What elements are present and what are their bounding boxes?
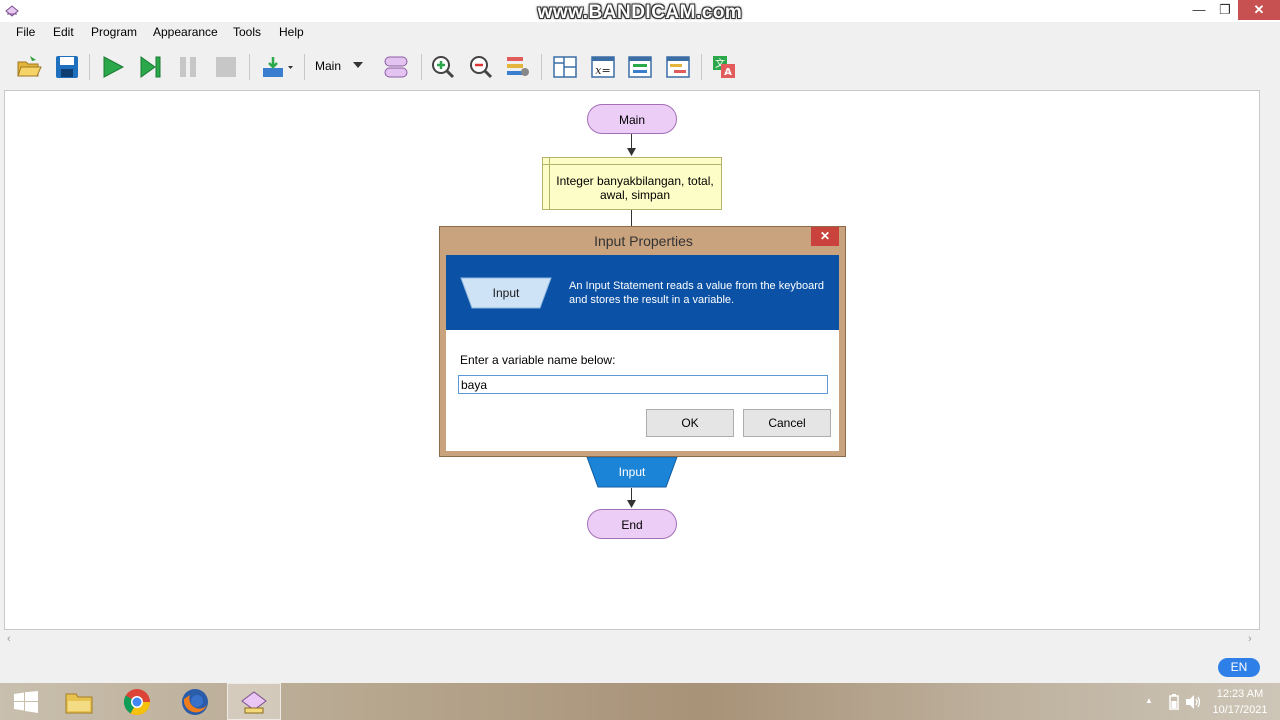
input-properties-dialog: Input Properties ✕ Input An Input Statem… (439, 226, 846, 457)
zoom-out-icon[interactable] (468, 54, 494, 80)
input-node-label: Input (618, 465, 646, 479)
ok-button[interactable]: OK (646, 409, 734, 437)
status-bar (0, 650, 1280, 683)
zoom-in-icon[interactable] (430, 54, 456, 80)
dialog-description: An Input Statement reads a value from th… (569, 280, 824, 306)
svg-text:x=: x= (595, 64, 610, 77)
scroll-left-icon[interactable]: ‹ (7, 633, 11, 645)
dialog-close-button[interactable]: ✕ (811, 227, 839, 246)
file-explorer-icon[interactable] (64, 688, 94, 716)
step-icon[interactable] (138, 54, 164, 80)
arrowhead-icon (627, 500, 636, 508)
stop-icon[interactable] (213, 54, 239, 80)
toolbar-separator (421, 54, 422, 80)
toolbar: Main x= 文 A (0, 44, 1280, 88)
console-icon[interactable] (665, 54, 691, 80)
scroll-right-icon[interactable]: › (1248, 633, 1252, 645)
maximize-button[interactable]: ❐ (1210, 0, 1240, 20)
translate-icon[interactable]: 文 A (711, 54, 737, 80)
vertical-scrollbar[interactable] (1260, 90, 1280, 630)
horizontal-scrollbar[interactable]: ‹ › (0, 630, 1280, 650)
variable-name-input[interactable] (458, 375, 828, 394)
layout-settings-icon[interactable] (505, 54, 531, 80)
windows-taskbar: ▲ 12:23 AM 10/17/2021 (0, 683, 1280, 720)
arrowhead-icon (627, 148, 636, 156)
declare-node-line (543, 164, 721, 165)
toolbar-separator (89, 54, 90, 80)
windows-start-icon[interactable] (14, 691, 38, 713)
clock-time[interactable]: 12:23 AM (1205, 688, 1275, 700)
toolbar-separator (304, 54, 305, 80)
start-terminal-node[interactable]: Main (587, 104, 677, 134)
recording-watermark: www.BANDICAM.com (537, 2, 743, 23)
battery-icon[interactable] (1168, 694, 1180, 710)
menu-program[interactable]: Program (91, 25, 137, 39)
svg-text:A: A (724, 67, 732, 78)
menu-appearance[interactable]: Appearance (153, 25, 218, 39)
menu-bar: File Edit Program Appearance Tools Help (0, 22, 1280, 42)
close-window-button[interactable]: ✕ (1238, 0, 1280, 20)
function-select[interactable]: Main (315, 59, 341, 73)
declare-node[interactable]: Integer banyakbilangan, total, awal, sim… (542, 157, 722, 210)
menu-edit[interactable]: Edit (53, 25, 74, 39)
title-bar: www.BANDICAM.com — ❐ ✕ (0, 0, 1280, 23)
end-terminal-node[interactable]: End (587, 509, 677, 539)
menu-help[interactable]: Help (279, 25, 304, 39)
declare-node-line (549, 158, 550, 209)
flow-arrow (631, 210, 632, 226)
clock-date[interactable]: 10/17/2021 (1205, 704, 1275, 716)
function-dropdown-arrow-icon[interactable] (352, 61, 364, 69)
pause-icon[interactable] (175, 54, 201, 80)
language-badge[interactable]: EN (1218, 658, 1260, 677)
toolbar-separator (701, 54, 702, 80)
source-code-icon[interactable] (627, 54, 653, 80)
firefox-icon[interactable] (180, 687, 210, 717)
windows-layout-icon[interactable] (552, 54, 578, 80)
variable-prompt-label: Enter a variable name below: (460, 353, 616, 367)
dialog-banner: Input An Input Statement reads a value f… (446, 255, 839, 330)
volume-icon[interactable] (1185, 694, 1203, 710)
dialog-title: Input Properties (594, 233, 693, 249)
run-icon[interactable] (100, 54, 126, 80)
input-shape-label: Input (492, 286, 520, 300)
declare-node-text: Integer banyakbilangan, total, awal, sim… (556, 174, 714, 202)
speed-slider-icon[interactable] (260, 54, 296, 80)
open-folder-icon[interactable] (16, 54, 42, 80)
menu-file[interactable]: File (16, 25, 35, 39)
dialog-body: Input An Input Statement reads a value f… (446, 255, 839, 451)
cancel-button[interactable]: Cancel (743, 409, 831, 437)
save-icon[interactable] (54, 54, 80, 80)
variable-watch-icon[interactable]: x= (590, 54, 616, 80)
tray-expand-arrow[interactable]: ▲ (1145, 696, 1153, 705)
add-function-icon[interactable] (383, 54, 409, 80)
flowgorithm-icon (241, 691, 267, 714)
flowgorithm-taskbar-button[interactable] (227, 683, 281, 720)
toolbar-separator (541, 54, 542, 80)
chrome-icon[interactable] (122, 687, 152, 717)
toolbar-separator (249, 54, 250, 80)
menu-tools[interactable]: Tools (233, 25, 261, 39)
